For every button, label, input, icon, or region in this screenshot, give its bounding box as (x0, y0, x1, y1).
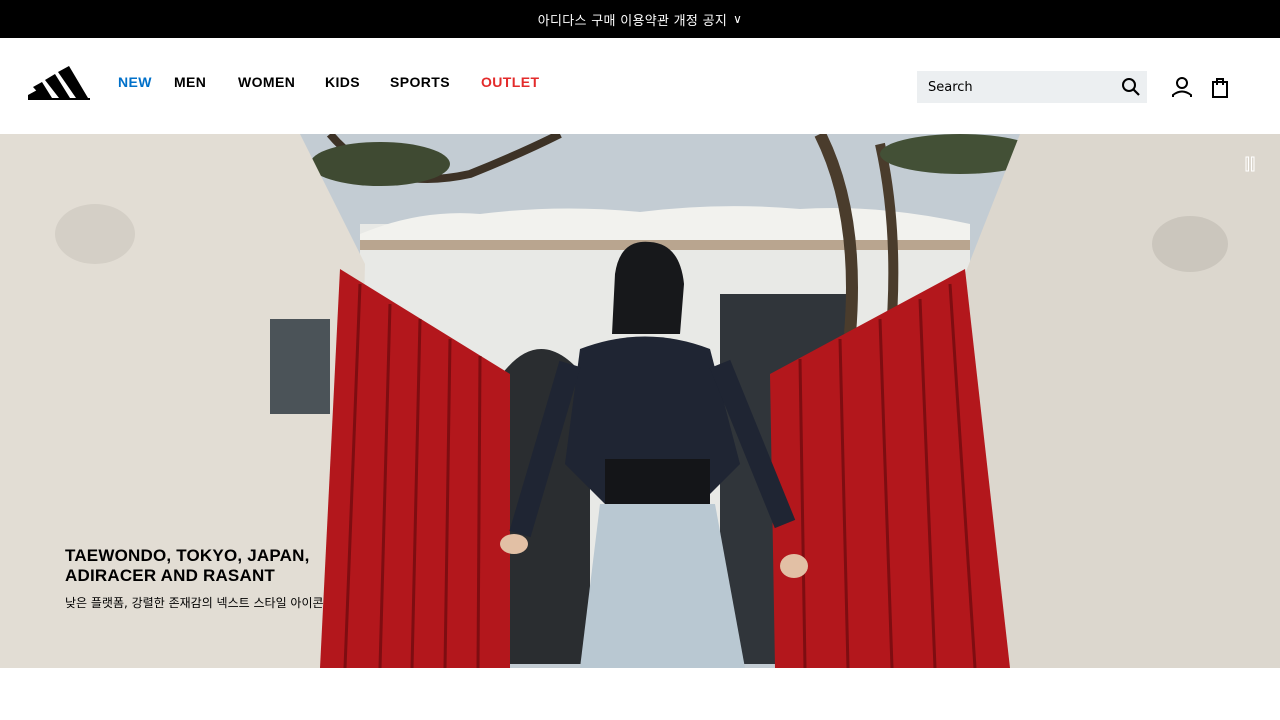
hero-caption: TAEWONDO, TOKYO, JAPAN, ADIRACER AND RAS… (65, 546, 365, 611)
hero-title[interactable]: TAEWONDO, TOKYO, JAPAN, ADIRACER AND RAS… (65, 546, 365, 586)
account-icon[interactable] (1171, 76, 1193, 98)
search-icon[interactable] (1121, 77, 1141, 97)
chevron-down-icon: ∨ (733, 12, 743, 26)
hero-title-line1: TAEWONDO, TOKYO, JAPAN, (65, 546, 310, 565)
site-header: NEW MEN WOMEN KIDS SPORTS OUTLET (0, 38, 1280, 134)
announcement-bar[interactable]: 아디다스 구매 이용약관 개정 공지 ∨ (0, 0, 1280, 38)
nav-new[interactable]: NEW (118, 74, 152, 90)
nav-men[interactable]: MEN (174, 74, 206, 90)
nav-women[interactable]: WOMEN (238, 74, 295, 90)
nav-outlet[interactable]: OUTLET (481, 74, 539, 90)
search-input[interactable] (928, 79, 1108, 95)
announcement-text: 아디다스 구매 이용약관 개정 공지 (537, 13, 728, 29)
adidas-logo[interactable] (28, 60, 92, 100)
pause-icon[interactable] (1242, 155, 1258, 173)
hero-title-line2: ADIRACER AND RASANT (65, 566, 275, 585)
nav-sports[interactable]: SPORTS (390, 74, 450, 90)
search-box[interactable] (917, 71, 1147, 103)
hero-video[interactable]: TAEWONDO, TOKYO, JAPAN, ADIRACER AND RAS… (0, 134, 1280, 668)
nav-kids[interactable]: KIDS (325, 74, 360, 90)
shopping-bag-icon[interactable] (1210, 76, 1232, 98)
hero-subtitle: 낮은 플랫폼, 강렬한 존재감의 넥스트 스타일 아이콘 (65, 596, 324, 610)
content-below-hero (0, 668, 1280, 720)
